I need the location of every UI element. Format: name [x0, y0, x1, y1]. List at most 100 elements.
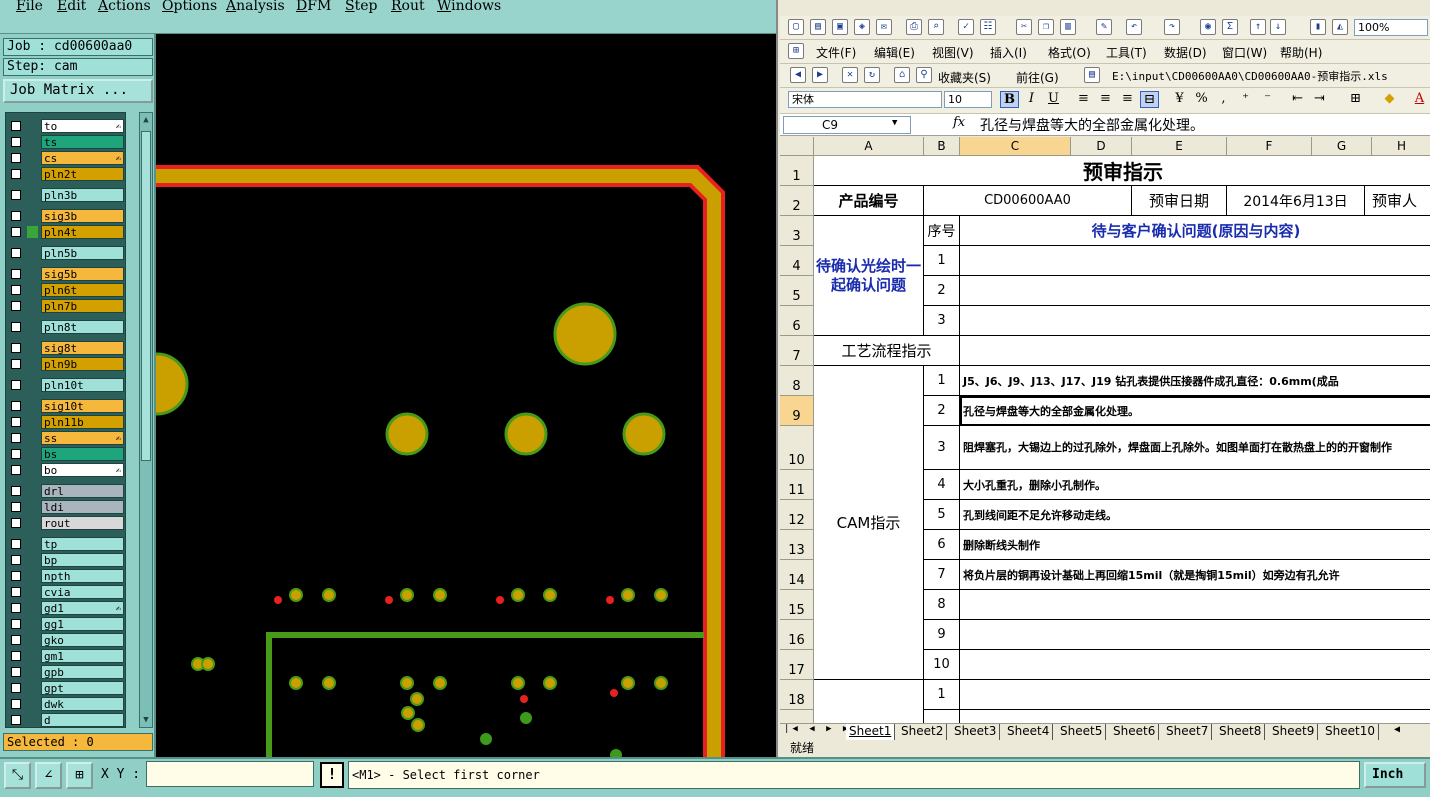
layer-row-bs[interactable]: bs: [8, 447, 124, 461]
layer-row-ldi[interactable]: ldi: [8, 500, 124, 514]
layer-affected-indicator[interactable]: [27, 247, 38, 259]
zoom-select[interactable]: 100%: [1354, 19, 1428, 36]
layer-row-pln11b[interactable]: pln11b: [8, 415, 124, 429]
reviewer-label-cell[interactable]: 预审人: [1365, 186, 1430, 216]
new-icon[interactable]: ▢: [788, 19, 804, 35]
layer-checkbox[interactable]: [11, 651, 21, 661]
xy-input[interactable]: [146, 761, 314, 787]
col-header-a[interactable]: A: [814, 137, 924, 156]
tab-sheet10[interactable]: Sheet10: [1322, 724, 1379, 740]
layer-row-sig3b[interactable]: sig3b: [8, 209, 124, 223]
job-matrix-button[interactable]: Job Matrix ...: [3, 79, 153, 103]
fill-color-icon[interactable]: ◆: [1380, 91, 1399, 108]
layer-affected-indicator[interactable]: [27, 538, 38, 550]
cam-num-cell[interactable]: 10: [924, 650, 960, 680]
xl-menu-view[interactable]: 视图(V): [932, 44, 974, 61]
layer-row-npth[interactable]: npth: [8, 569, 124, 583]
increase-decimal-icon[interactable]: ⁺: [1236, 91, 1255, 108]
product-label-cell[interactable]: 产品编号: [814, 186, 924, 216]
back-icon[interactable]: ◀: [790, 67, 806, 83]
chart-wizard-icon[interactable]: ▮: [1310, 19, 1326, 35]
menu-rout[interactable]: Rout: [391, 0, 425, 14]
bold-button[interactable]: B: [1000, 91, 1019, 108]
cam-item-cell[interactable]: [960, 650, 1430, 680]
home-icon[interactable]: ⌂: [894, 67, 910, 83]
issue-cell[interactable]: [960, 276, 1430, 306]
name-box-dropdown-icon[interactable]: ▼: [892, 118, 897, 128]
layer-affected-indicator[interactable]: [27, 342, 38, 354]
row-header[interactable]: 9: [780, 396, 814, 426]
layer-row-pln4t[interactable]: pln4t: [8, 225, 124, 239]
layer-checkbox[interactable]: [11, 539, 21, 549]
font-name-select[interactable]: 宋体: [788, 91, 942, 108]
menu-analysis[interactable]: Analysis: [226, 0, 285, 14]
layer-affected-indicator[interactable]: [27, 210, 38, 222]
layer-affected-indicator[interactable]: [27, 358, 38, 370]
layer-row-sig5b[interactable]: sig5b: [8, 267, 124, 281]
layer-row-pln6t[interactable]: pln6t: [8, 283, 124, 297]
layer-name[interactable]: ts: [41, 135, 124, 149]
row-header[interactable]: 16: [780, 620, 814, 650]
scroll-thumb[interactable]: [141, 131, 151, 461]
formula-content[interactable]: 孔径与焊盘等大的全部金属化处理。: [980, 115, 1204, 135]
xl-menu-window[interactable]: 窗口(W): [1222, 44, 1267, 61]
forward-icon[interactable]: ▶: [812, 67, 828, 83]
layer-row-pln2t[interactable]: pln2t: [8, 167, 124, 181]
layer-checkbox[interactable]: [11, 322, 21, 332]
layer-checkbox[interactable]: [11, 683, 21, 693]
layer-checkbox[interactable]: [11, 502, 21, 512]
layer-affected-indicator[interactable]: [27, 226, 38, 238]
cam-num-cell[interactable]: 7: [924, 560, 960, 590]
layer-affected-indicator[interactable]: [27, 448, 38, 460]
row-header[interactable]: 14: [780, 560, 814, 590]
permission-icon[interactable]: ◈: [854, 19, 870, 35]
layer-name[interactable]: pln11b: [41, 415, 124, 429]
row-header[interactable]: 6: [780, 306, 814, 336]
layer-checkbox[interactable]: [11, 465, 21, 475]
spelling-icon[interactable]: ✓: [958, 19, 974, 35]
cam-item-cell[interactable]: 将负片层的铜再设计基础上再回缩15mil（就是掏铜15mil）如旁边有孔允许: [960, 560, 1430, 590]
layer-affected-indicator[interactable]: [27, 650, 38, 662]
layer-affected-indicator[interactable]: [27, 300, 38, 312]
favorites-menu[interactable]: 收藏夹(S): [938, 69, 991, 86]
percent-icon[interactable]: %: [1192, 91, 1211, 108]
layer-checkbox[interactable]: [11, 211, 21, 221]
layer-affected-indicator[interactable]: [27, 682, 38, 694]
increase-indent-icon[interactable]: ⇥: [1310, 91, 1329, 108]
group3-label-cell[interactable]: [814, 680, 924, 723]
seq-cell[interactable]: 3: [924, 306, 960, 336]
layer-affected-indicator[interactable]: [27, 517, 38, 529]
layer-row-gko[interactable]: gko: [8, 633, 124, 647]
layer-name[interactable]: cvia: [41, 585, 124, 599]
layer-name[interactable]: pln4t: [41, 225, 124, 239]
hscroll-left-icon[interactable]: ◀: [1394, 724, 1400, 735]
drawing-icon[interactable]: ◭: [1332, 19, 1348, 35]
layer-affected-indicator[interactable]: [27, 570, 38, 582]
font-size-select[interactable]: 10: [944, 91, 992, 108]
underline-button[interactable]: U: [1044, 91, 1063, 108]
layer-affected-indicator[interactable]: [27, 120, 38, 132]
merge-center-icon[interactable]: ⊟: [1140, 91, 1159, 108]
layer-affected-indicator[interactable]: [27, 485, 38, 497]
layer-affected-indicator[interactable]: [27, 321, 38, 333]
layer-row-tp[interactable]: tp: [8, 537, 124, 551]
layer-row-pln5b[interactable]: pln5b: [8, 246, 124, 260]
layer-checkbox[interactable]: [11, 121, 21, 131]
row-header[interactable]: 17: [780, 650, 814, 680]
layer-affected-indicator[interactable]: [27, 634, 38, 646]
sort-descending-icon[interactable]: ↓: [1270, 19, 1286, 35]
layer-checkbox[interactable]: [11, 715, 21, 725]
undo-icon[interactable]: ↶: [1126, 19, 1142, 35]
layer-name[interactable]: pln9b: [41, 357, 124, 371]
layer-name[interactable]: pln10t: [41, 378, 124, 392]
layer-name[interactable]: bs: [41, 447, 124, 461]
seq-cell[interactable]: 1: [924, 680, 960, 710]
xl-menu-tools[interactable]: 工具(T): [1106, 44, 1147, 61]
layer-name[interactable]: gm1: [41, 649, 124, 663]
layer-checkbox[interactable]: [11, 380, 21, 390]
layer-checkbox[interactable]: [11, 359, 21, 369]
layer-affected-indicator[interactable]: [27, 152, 38, 164]
layer-checkbox[interactable]: [11, 343, 21, 353]
layer-affected-indicator[interactable]: [27, 618, 38, 630]
process-label-cell[interactable]: 工艺流程指示: [814, 336, 960, 366]
